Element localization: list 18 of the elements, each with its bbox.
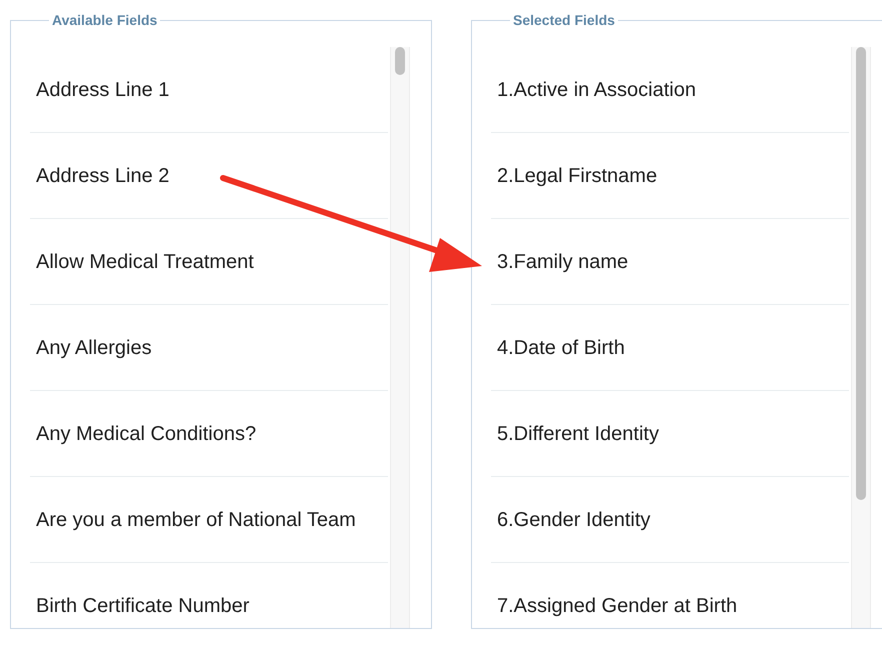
panel-legend: Available Fields <box>49 12 160 29</box>
field-item[interactable]: 3.Family name <box>491 219 849 305</box>
field-item[interactable]: Birth Certificate Number <box>30 563 388 628</box>
field-item[interactable]: Are you a member of National Team <box>30 477 388 563</box>
field-item[interactable]: 2.Legal Firstname <box>491 133 849 219</box>
field-item[interactable]: Any Allergies <box>30 305 388 391</box>
field-item[interactable]: 5.Different Identity <box>491 391 849 477</box>
scrollbar[interactable] <box>851 47 871 628</box>
field-item[interactable]: 4.Date of Birth <box>491 305 849 391</box>
field-item[interactable]: Any Medical Conditions? <box>30 391 388 477</box>
field-item[interactable]: Allow Medical Treatment <box>30 219 388 305</box>
field-item[interactable]: 7.Assigned Gender at Birth <box>491 563 849 628</box>
panel-legend: Selected Fields <box>510 12 618 29</box>
field-item[interactable]: Address Line 2 <box>30 133 388 219</box>
scrollbar[interactable] <box>390 47 410 628</box>
field-item[interactable]: Address Line 1 <box>30 47 388 133</box>
field-item[interactable]: 6.Gender Identity <box>491 477 849 563</box>
field-item[interactable]: 1.Active in Association <box>491 47 849 133</box>
